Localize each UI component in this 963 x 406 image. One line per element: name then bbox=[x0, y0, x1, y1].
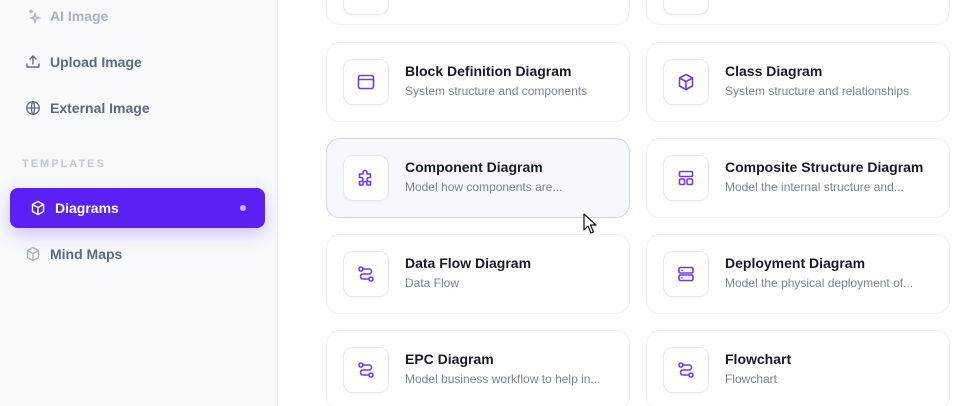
card-description: Flowchart bbox=[725, 372, 778, 386]
sidebar-item-upload-image[interactable]: Upload Image bbox=[10, 42, 265, 82]
template-card-component-diagram[interactable]: Component Diagram Model how components a… bbox=[326, 138, 630, 218]
template-card-block-definition-diagram[interactable]: Block Definition Diagram System structur… bbox=[326, 42, 630, 122]
template-card-flowchart[interactable]: Flowchart Flowchart bbox=[646, 330, 950, 406]
server-icon bbox=[678, 266, 694, 282]
card-icon-box bbox=[343, 155, 389, 201]
sidebar-item-ai-image[interactable]: AI Image bbox=[10, 0, 265, 36]
section-label-templates: TEMPLATES bbox=[22, 158, 106, 170]
card-title: Class Diagram bbox=[725, 63, 823, 79]
cube-icon bbox=[31, 200, 45, 216]
sidebar-item-label: Diagrams bbox=[55, 200, 119, 216]
sidebar-item-label: External Image bbox=[50, 100, 150, 116]
card-title: Deployment Diagram bbox=[725, 255, 866, 271]
card-title: Data Flow Diagram bbox=[405, 255, 532, 271]
puzzle-icon bbox=[358, 169, 372, 186]
card-description: Model business workflow to help in... bbox=[405, 372, 601, 386]
card-description: System structure and components bbox=[405, 84, 588, 98]
template-card-composite-structure-diagram[interactable]: Composite Structure Diagram Model the in… bbox=[646, 138, 950, 218]
card-icon-box bbox=[663, 0, 709, 15]
window-icon bbox=[357, 74, 375, 90]
card-icon-box bbox=[343, 0, 389, 15]
template-card-data-flow-diagram[interactable]: Data Flow Diagram Data Flow bbox=[326, 234, 630, 314]
cube-icon bbox=[678, 73, 694, 91]
upload-icon bbox=[26, 55, 40, 68]
globe-icon bbox=[26, 101, 40, 115]
card-description: Model how components are... bbox=[405, 180, 563, 194]
card-title: Flowchart bbox=[725, 351, 792, 367]
card-icon-box bbox=[663, 155, 709, 201]
sidebar-item-label: Upload Image bbox=[50, 54, 142, 70]
sidebar-item-mind-maps[interactable]: Mind Maps bbox=[10, 234, 265, 274]
flow-icon bbox=[358, 362, 374, 378]
flow-icon bbox=[678, 362, 694, 378]
card-icon-box bbox=[343, 251, 389, 297]
card-title: Block Definition Diagram bbox=[405, 63, 572, 79]
card-description: Model the internal structure and... bbox=[725, 180, 904, 194]
layout-icon bbox=[678, 170, 694, 186]
sidebar: AI Image Upload Image External Image TEM… bbox=[0, 0, 278, 406]
active-indicator-dot bbox=[240, 205, 246, 211]
card-icon-box bbox=[663, 251, 709, 297]
card-icon-box bbox=[343, 347, 389, 393]
template-card-deployment-diagram[interactable]: Deployment Diagram Model the physical de… bbox=[646, 234, 950, 314]
card-title: EPC Diagram bbox=[405, 351, 494, 367]
card-description: System structure and relationships bbox=[725, 84, 910, 98]
template-card-epc-diagram[interactable]: EPC Diagram Model business workflow to h… bbox=[326, 330, 630, 406]
card-icon-box bbox=[343, 59, 389, 105]
card-icon-box bbox=[663, 59, 709, 105]
card-title: Component Diagram bbox=[405, 159, 543, 175]
cube-icon bbox=[26, 246, 40, 262]
mouse-cursor-icon bbox=[583, 213, 597, 234]
sidebar-item-diagrams[interactable]: Diagrams bbox=[10, 188, 265, 228]
template-card-partial[interactable] bbox=[646, 0, 950, 25]
sidebar-item-label: Mind Maps bbox=[50, 246, 123, 262]
sidebar-item-external-image[interactable]: External Image bbox=[10, 88, 265, 128]
sidebar-item-label: AI Image bbox=[50, 8, 109, 24]
card-description: Data Flow bbox=[405, 276, 460, 290]
card-icon-box bbox=[663, 347, 709, 393]
template-card-class-diagram[interactable]: Class Diagram System structure and relat… bbox=[646, 42, 950, 122]
card-title: Composite Structure Diagram bbox=[725, 159, 924, 175]
card-description: Model the physical deployment of... bbox=[725, 276, 914, 290]
template-card-partial[interactable] bbox=[326, 0, 630, 25]
sparkle-icon bbox=[28, 9, 41, 24]
flow-icon bbox=[358, 266, 374, 282]
